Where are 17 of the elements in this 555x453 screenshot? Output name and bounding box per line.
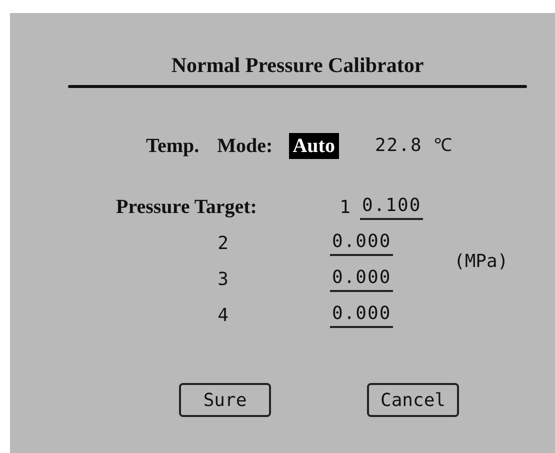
mode-field[interactable]: Auto xyxy=(288,133,339,159)
temp-label: Temp. xyxy=(146,134,200,158)
target-index: 1 xyxy=(340,196,350,218)
target-value-field[interactable]: 0.000 xyxy=(330,230,394,256)
target-index: 4 xyxy=(218,304,228,326)
target-value-field[interactable]: 0.000 xyxy=(330,302,394,328)
dialog-title: Normal Pressure Calibrator xyxy=(170,53,425,77)
mode-label: Mode: xyxy=(217,134,273,158)
target-index: 2 xyxy=(218,232,228,254)
dialog-button[interactable]: Sure xyxy=(179,383,271,417)
pressure-target-label: Pressure Target: xyxy=(116,196,258,218)
target-value-field[interactable]: 0.000 xyxy=(330,266,394,292)
target-index: 3 xyxy=(218,268,228,290)
target-value-field[interactable]: 0.100 xyxy=(360,194,424,220)
unit-label: (MPa) xyxy=(454,250,510,272)
dialog-button[interactable]: Cancel xyxy=(367,383,459,417)
temperature-reading: 22.8 ℃ xyxy=(374,134,454,158)
